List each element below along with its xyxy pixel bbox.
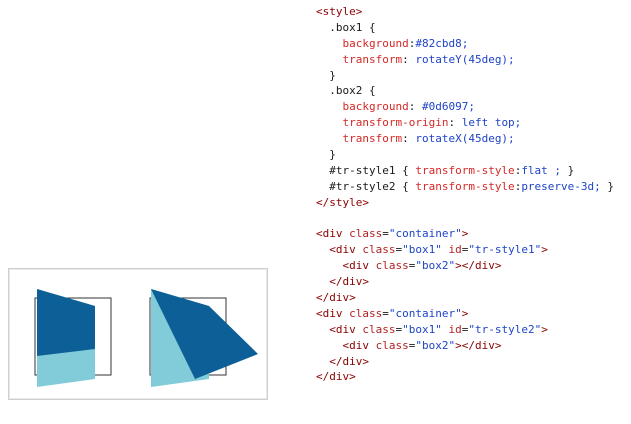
code-line: transform-origin: left top; bbox=[316, 115, 628, 131]
code-token: "container" bbox=[388, 306, 462, 320]
code-token: } bbox=[607, 179, 615, 193]
code-token: #tr-style2 { bbox=[316, 179, 416, 193]
code-token: : bbox=[448, 116, 462, 130]
code-token: class bbox=[362, 243, 396, 257]
code-line: <style> bbox=[316, 4, 628, 20]
code-token: <div bbox=[316, 338, 376, 352]
code-token: "box1" bbox=[402, 243, 442, 257]
code-line: .box2 { bbox=[316, 83, 628, 99]
code-token: } bbox=[567, 163, 575, 177]
code-token: class bbox=[375, 259, 409, 273]
code-line: #tr-style1 { transform-style:flat ; } bbox=[316, 163, 628, 179]
code-token: rotateY(45deg); bbox=[415, 52, 515, 66]
code-token: > bbox=[461, 306, 469, 320]
code-token: <div bbox=[316, 322, 363, 336]
code-token: transform bbox=[316, 52, 403, 66]
code-token: "tr-style2" bbox=[468, 322, 542, 336]
container-flat bbox=[34, 289, 112, 387]
demo-render-panel bbox=[8, 268, 268, 400]
code-token: > bbox=[541, 243, 548, 257]
code-token: } bbox=[316, 148, 336, 162]
code-token: } bbox=[316, 68, 336, 82]
code-line: <div class="box1" id="tr-style2"> bbox=[316, 322, 628, 338]
code-token: id bbox=[441, 322, 462, 336]
code-line: </div> bbox=[316, 290, 628, 306]
code-token: : bbox=[402, 132, 416, 146]
code-token: <style> bbox=[316, 5, 363, 18]
code-token: preserve-3d; bbox=[521, 179, 608, 193]
transform-style-demo bbox=[34, 289, 258, 387]
code-token: #0d6097; bbox=[421, 100, 475, 114]
code-line: <div class="container"> bbox=[316, 226, 628, 242]
code-token: "box2" bbox=[415, 259, 456, 273]
code-line: </style> bbox=[316, 195, 628, 211]
code-token: : bbox=[408, 100, 422, 114]
code-token: "tr-style1" bbox=[468, 243, 542, 257]
code-line: .box1 { bbox=[316, 20, 628, 36]
code-token: left top; bbox=[461, 116, 522, 130]
code-line: transform: rotateY(45deg); bbox=[316, 52, 628, 68]
code-line: <div class="box1" id="tr-style1"> bbox=[316, 242, 628, 258]
code-token: : bbox=[402, 52, 416, 66]
code-token: transform-style bbox=[415, 179, 515, 193]
code-token: ></div> bbox=[455, 338, 502, 352]
code-token: </div> bbox=[316, 275, 369, 289]
code-token: transform bbox=[316, 132, 403, 146]
code-line: } bbox=[316, 68, 628, 84]
code-line: #tr-style2 { transform-style:preserve-3d… bbox=[316, 179, 628, 195]
code-token: ></div> bbox=[455, 259, 502, 273]
code-token: </style> bbox=[316, 195, 369, 209]
code-token: background bbox=[316, 36, 409, 50]
code-line: } bbox=[316, 147, 628, 163]
code-token: class bbox=[349, 306, 383, 320]
code-token: "box1" bbox=[402, 322, 442, 336]
container-preserve-3d bbox=[149, 289, 258, 387]
code-line: <div class="container"> bbox=[316, 306, 628, 322]
code-listing: <style> .box1 { background:#82cbd8; tran… bbox=[316, 4, 628, 414]
code-token: "box2" bbox=[415, 338, 456, 352]
code-token: .box1 { bbox=[316, 20, 376, 34]
code-token: transform-origin bbox=[316, 116, 449, 130]
code-line: transform: rotateX(45deg); bbox=[316, 131, 628, 147]
code-token: transform-style bbox=[415, 163, 515, 177]
box2-flat bbox=[37, 289, 95, 356]
code-token: #tr-style1 { bbox=[316, 163, 416, 177]
code-token: </div> bbox=[316, 291, 356, 305]
code-token: "container" bbox=[388, 227, 462, 241]
code-line: </div> bbox=[316, 369, 628, 385]
code-token: background bbox=[316, 100, 409, 114]
code-token: <div bbox=[316, 227, 350, 241]
code-token: > bbox=[461, 227, 469, 241]
code-token: <div bbox=[316, 259, 376, 273]
code-token: rotateX(45deg); bbox=[415, 132, 515, 146]
code-token: flat ; bbox=[521, 163, 568, 177]
code-token: <div bbox=[316, 243, 363, 257]
code-token: = bbox=[382, 306, 389, 320]
code-line: background:#82cbd8; bbox=[316, 36, 628, 52]
code-token: class bbox=[362, 322, 396, 336]
code-token: class bbox=[349, 227, 383, 241]
code-token: > bbox=[541, 322, 548, 336]
code-line: background: #0d6097; bbox=[316, 99, 628, 115]
code-token: #82cbd8; bbox=[415, 36, 469, 50]
code-token: <div bbox=[316, 306, 350, 320]
code-token: </div> bbox=[316, 370, 356, 384]
code-line: </div> bbox=[316, 274, 628, 290]
code-token: id bbox=[441, 243, 462, 257]
code-token: .box2 { bbox=[316, 84, 376, 98]
code-token: </div> bbox=[316, 354, 369, 368]
code-token: = bbox=[382, 227, 389, 241]
code-token: class bbox=[375, 338, 409, 352]
code-line: </div> bbox=[316, 354, 628, 370]
code-line: <div class="box2"></div> bbox=[316, 338, 628, 354]
code-line: <div class="box2"></div> bbox=[316, 258, 628, 274]
